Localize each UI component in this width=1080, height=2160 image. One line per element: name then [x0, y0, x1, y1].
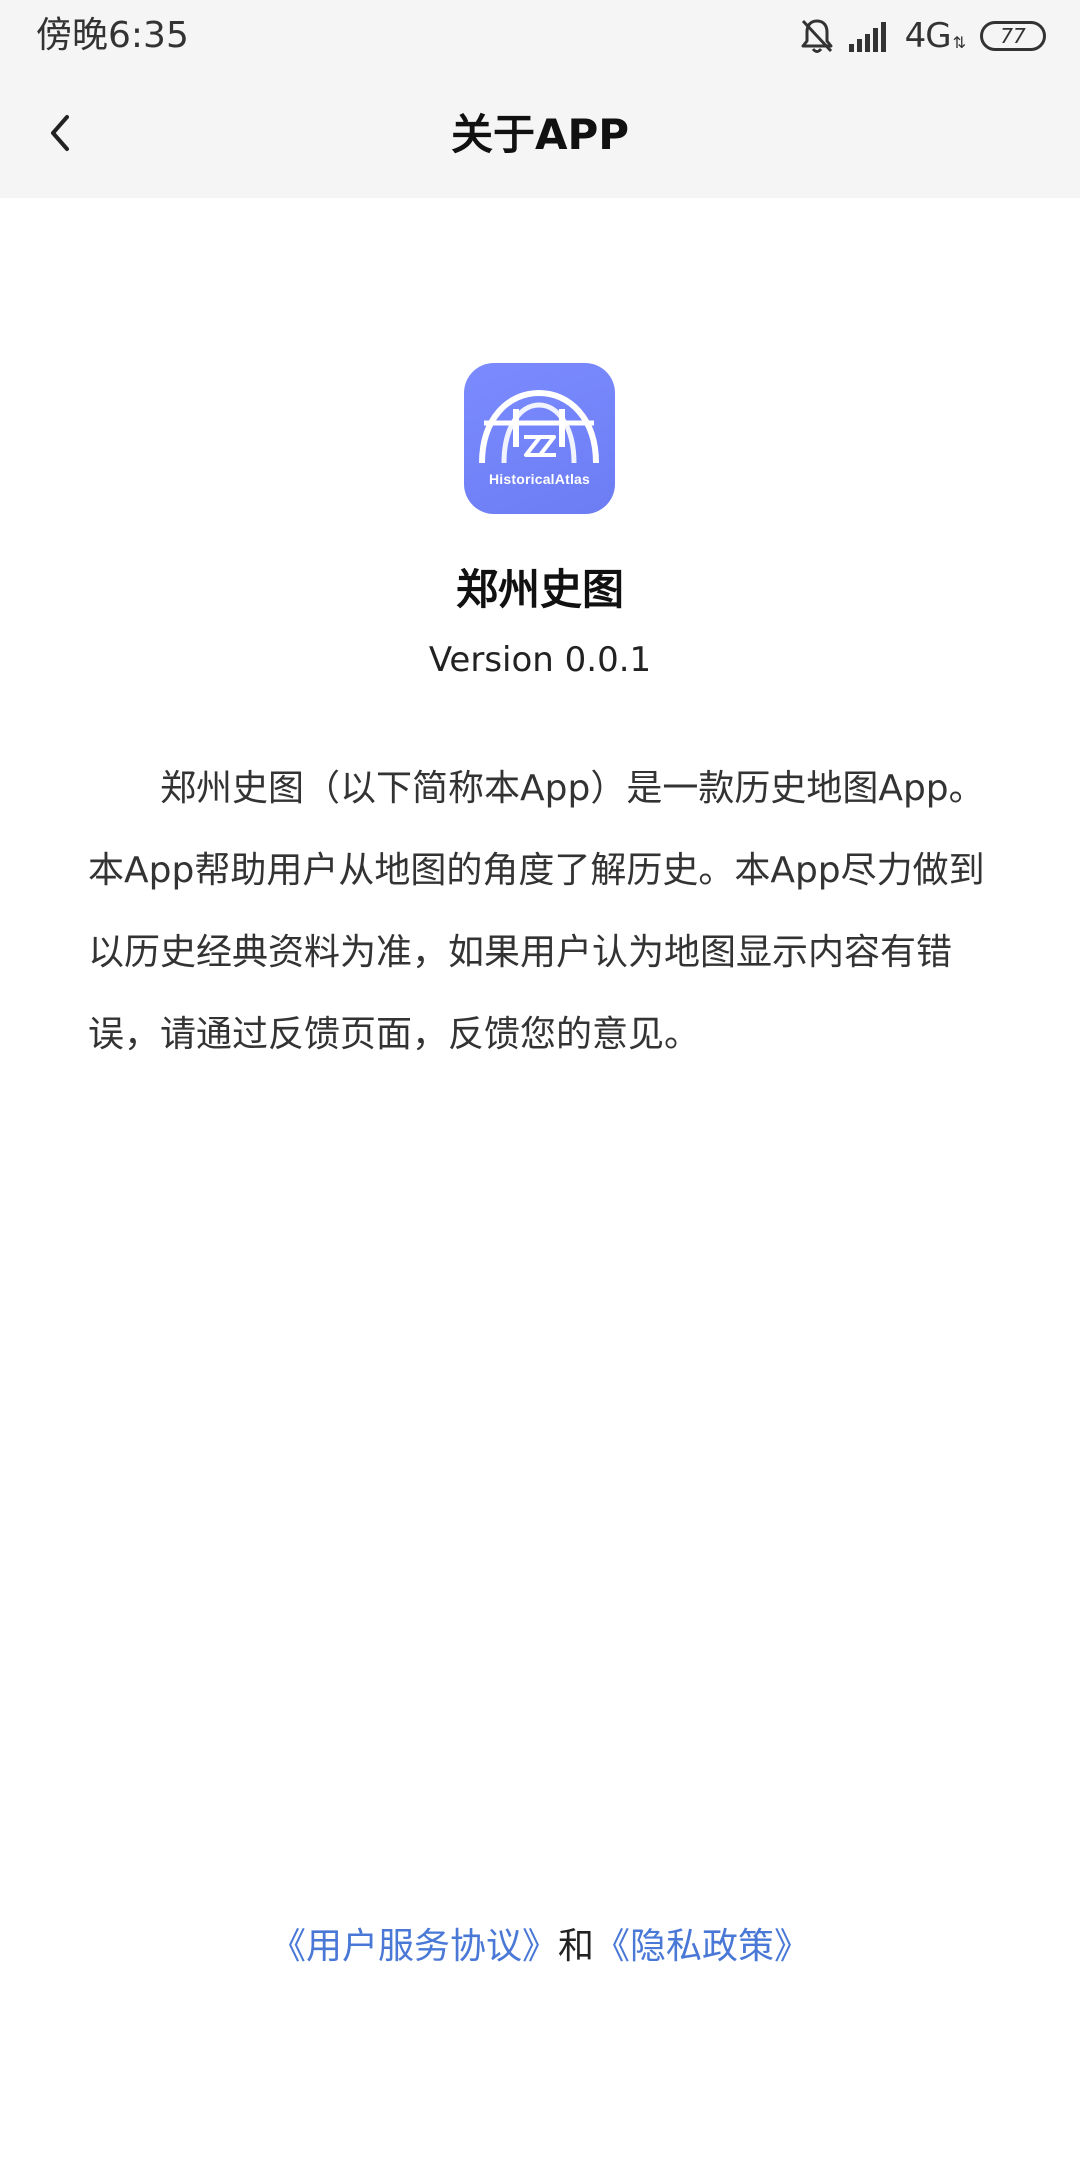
page-title: 关于APP [450, 110, 630, 159]
header-bar: 关于APP [0, 72, 1080, 198]
globe-logo-icon [479, 389, 599, 464]
app-logo: HistoricalAtlas [464, 363, 615, 514]
privacy-policy-link[interactable]: 《隐私政策》 [594, 1926, 810, 1967]
battery-level: 77 [1000, 24, 1026, 48]
data-arrows-icon: ⇅ [952, 32, 966, 52]
app-description: 郑州史图（以下简称本App）是一款历史地图App。本App帮助用户从地图的角度了… [88, 768, 985, 1055]
battery-icon: 77 [980, 21, 1046, 51]
status-icons: 4G ⇅ 77 [799, 10, 1046, 62]
footer-and-text: 和 [557, 1926, 594, 1967]
user-agreement-link[interactable]: 《用户服务协议》 [270, 1926, 558, 1967]
status-time: 傍晚6:35 [36, 15, 189, 56]
app-version: Version 0.0.1 [428, 640, 652, 680]
network-type: 4G [904, 16, 952, 56]
about-app-screen: 傍晚6:35 4G ⇅ 77 关于APP HistoricalAtlas 郑州史… [0, 0, 1080, 2160]
app-name: 郑州史图 [455, 565, 624, 614]
status-bar: 傍晚6:35 4G ⇅ 77 [0, 0, 1080, 72]
signal-icon [848, 20, 891, 52]
app-logo-text: HistoricalAtlas [488, 471, 591, 487]
footer-links: 《用户服务协议》和《隐私政策》 [0, 1915, 1080, 1979]
bell-muted-icon [799, 17, 835, 55]
